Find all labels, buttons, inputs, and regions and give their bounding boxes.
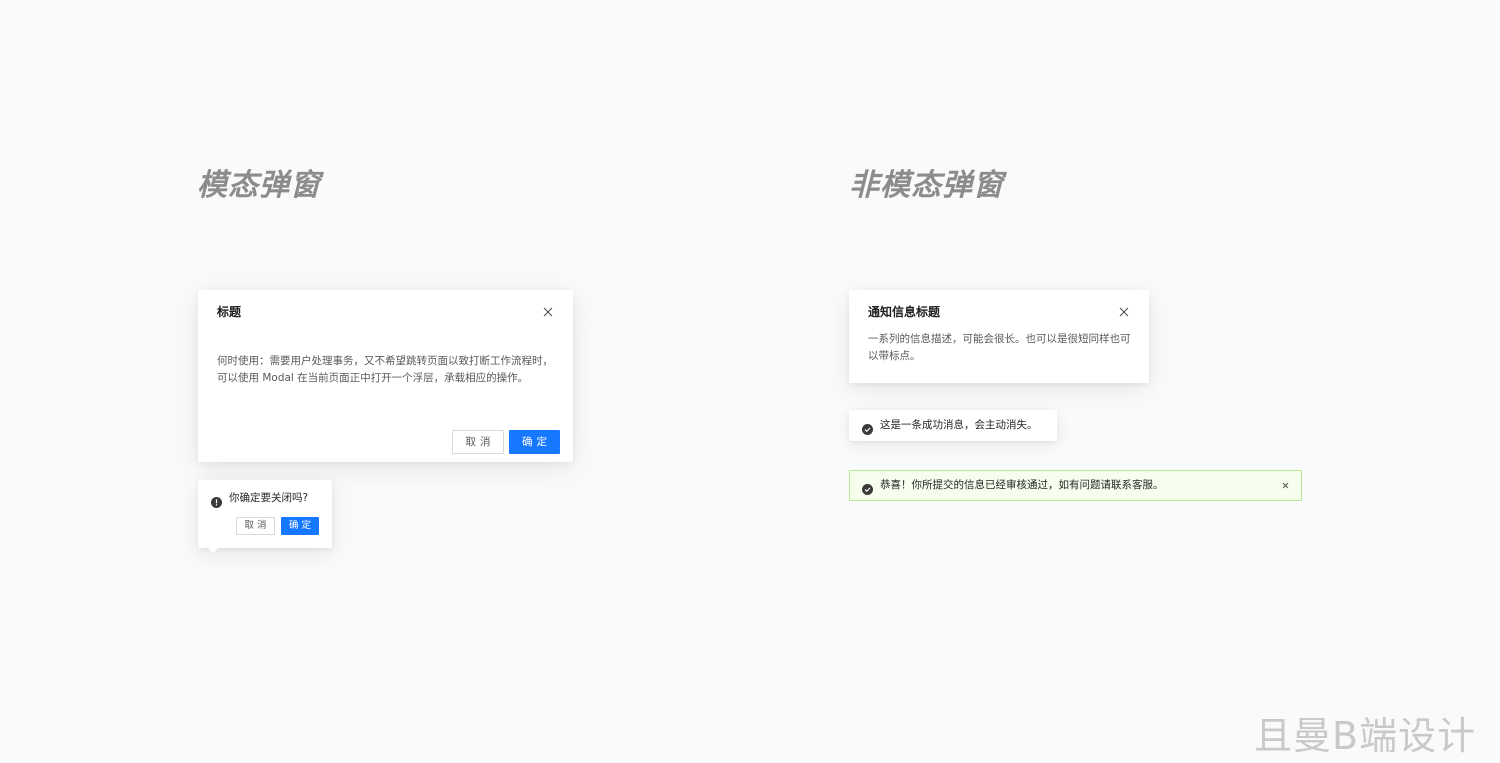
check-circle-icon xyxy=(862,420,873,435)
popconfirm-ok-button[interactable]: 确定 xyxy=(281,517,319,535)
notification: 通知信息标题 一系列的信息描述，可能会很长。也可以是很短同样也可以带标点。 xyxy=(849,290,1149,383)
modal-ok-button[interactable]: 确定 xyxy=(509,430,560,454)
modal-dialog: 标题 何时使用：需要用户处理事务，又不希望跳转页面以致打断工作流程时，可以使用 … xyxy=(198,290,573,462)
modal-title: 标题 xyxy=(217,305,242,319)
alert-text: 恭喜！你所提交的信息已经审核通过，如有问题请联系客服。 xyxy=(880,479,1164,491)
watermark-logo: 且曼B端设计 xyxy=(1254,714,1477,758)
success-message: 这是一条成功消息，会主动消失。 xyxy=(849,410,1057,441)
popconfirm-title: 你确定要关闭吗? xyxy=(229,492,309,504)
close-icon[interactable] xyxy=(1117,305,1131,319)
modal-section-heading: 模态弹窗 xyxy=(197,168,321,203)
success-alert: 恭喜！你所提交的信息已经审核通过，如有问题请联系客服。 xyxy=(849,470,1302,501)
notification-title: 通知信息标题 xyxy=(868,305,941,319)
nonmodal-section-heading: 非模态弹窗 xyxy=(849,168,1004,203)
popconfirm-arrow xyxy=(208,548,218,553)
message-text: 这是一条成功消息，会主动消失。 xyxy=(880,419,1038,431)
check-circle-icon xyxy=(862,480,873,495)
modal-cancel-button[interactable]: 取消 xyxy=(452,430,504,454)
notification-description: 一系列的信息描述，可能会很长。也可以是很短同样也可以带标点。 xyxy=(868,333,1131,362)
popconfirm: 你确定要关闭吗? 取消 确定 xyxy=(198,480,332,553)
modal-body-text: 何时使用：需要用户处理事务，又不希望跳转页面以致打断工作流程时，可以使用 Mod… xyxy=(217,355,553,384)
close-icon[interactable] xyxy=(1280,480,1291,491)
exclamation-circle-icon xyxy=(211,493,222,508)
popconfirm-cancel-button[interactable]: 取消 xyxy=(236,517,275,535)
close-icon[interactable] xyxy=(541,305,555,319)
